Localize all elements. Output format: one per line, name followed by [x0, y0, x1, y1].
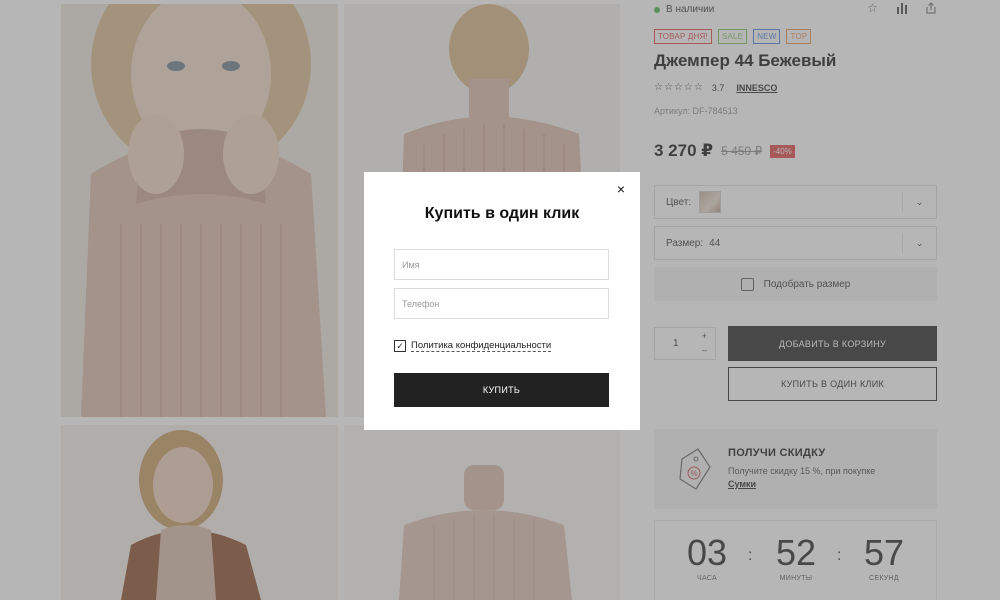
modal-title: Купить в один клик — [424, 205, 580, 222]
name-input[interactable] — [394, 249, 609, 280]
buy-button[interactable]: КУПИТЬ — [394, 373, 609, 407]
privacy-policy-link[interactable]: Политика конфиденциальности — [411, 340, 552, 352]
phone-input[interactable] — [394, 288, 609, 319]
privacy-policy-checkbox-row[interactable]: ✓ Политика конфиденциальности — [394, 340, 552, 352]
close-icon[interactable]: × — [614, 182, 628, 196]
checkbox-checked-icon[interactable]: ✓ — [394, 340, 406, 352]
one-click-modal: × Купить в один клик ✓ Политика конфиден… — [364, 172, 640, 430]
